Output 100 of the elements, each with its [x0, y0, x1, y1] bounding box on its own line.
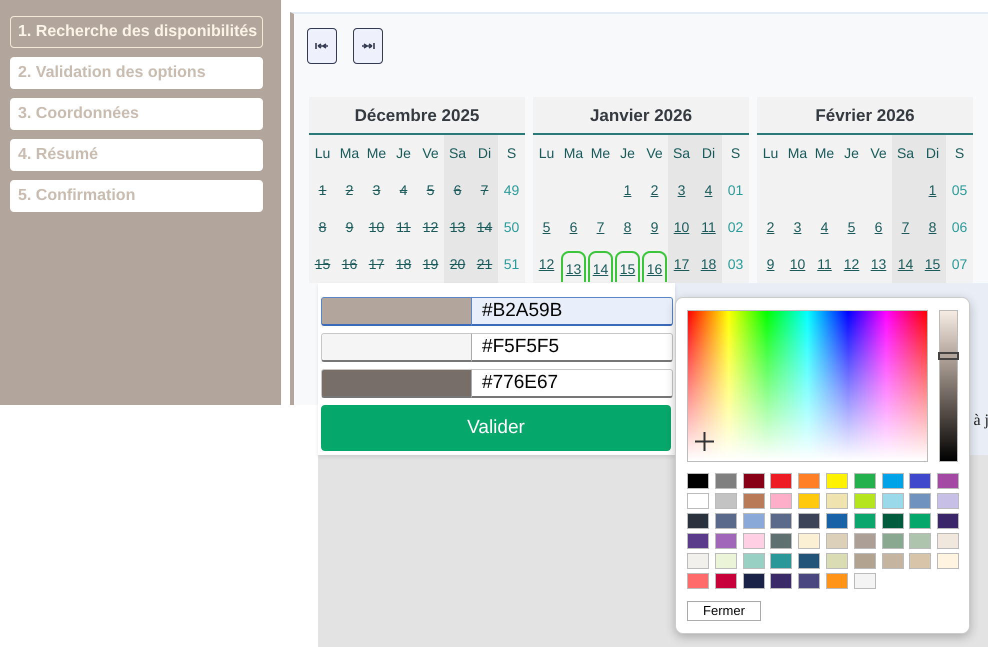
calendar-day[interactable]: 1 — [318, 180, 326, 201]
palette-swatch[interactable] — [714, 573, 737, 589]
calendar-day[interactable]: 21 — [476, 254, 492, 275]
hex-input[interactable]: #F5F5F5 — [471, 333, 673, 362]
lightness-slider[interactable] — [939, 310, 958, 462]
slider-thumb[interactable] — [938, 352, 960, 360]
close-button[interactable]: Fermer — [687, 601, 761, 621]
palette-swatch[interactable] — [714, 493, 737, 509]
calendar-day[interactable]: 1 — [928, 180, 936, 201]
palette-swatch[interactable] — [798, 513, 820, 529]
palette-swatch[interactable] — [770, 573, 792, 589]
calendar-day[interactable]: 20 — [450, 254, 466, 275]
palette-swatch[interactable] — [770, 553, 792, 569]
palette-swatch[interactable] — [714, 513, 737, 529]
palette-swatch[interactable] — [687, 573, 709, 589]
palette-swatch[interactable] — [854, 553, 876, 569]
palette-swatch[interactable] — [770, 493, 792, 509]
calendar-day[interactable]: 15 — [924, 254, 940, 275]
calendar-day[interactable]: 2 — [766, 217, 774, 238]
palette-swatch[interactable] — [937, 493, 960, 509]
palette-swatch[interactable] — [854, 493, 876, 509]
calendar-day[interactable]: 13 — [450, 217, 466, 238]
calendar-day[interactable]: 16 — [342, 254, 358, 275]
palette-swatch[interactable] — [909, 553, 932, 569]
palette-swatch[interactable] — [687, 493, 709, 509]
hex-input[interactable]: #776E67 — [471, 369, 673, 398]
palette-swatch[interactable] — [826, 533, 848, 549]
palette-swatch[interactable] — [909, 533, 932, 549]
calendar-day[interactable]: 12 — [844, 254, 860, 275]
palette-swatch[interactable] — [826, 513, 848, 529]
palette-swatch[interactable] — [882, 553, 904, 569]
calendar-day[interactable]: 5 — [542, 217, 550, 238]
palette-swatch[interactable] — [742, 473, 765, 489]
calendar-day[interactable]: 19 — [422, 254, 438, 275]
palette-swatch[interactable] — [798, 533, 820, 549]
palette-swatch[interactable] — [687, 473, 709, 489]
palette-swatch[interactable] — [882, 473, 904, 489]
calendar-day[interactable]: 8 — [928, 217, 936, 238]
calendar-day[interactable]: 9 — [766, 254, 774, 275]
palette-swatch[interactable] — [798, 473, 820, 489]
palette-swatch[interactable] — [798, 493, 820, 509]
color-spectrum[interactable] — [687, 310, 928, 462]
palette-swatch[interactable] — [854, 533, 876, 549]
palette-swatch[interactable] — [826, 473, 848, 489]
palette-swatch[interactable] — [854, 573, 876, 589]
calendar-day[interactable]: 4 — [400, 180, 408, 201]
palette-swatch[interactable] — [937, 533, 960, 549]
calendar-day[interactable]: 14 — [476, 217, 492, 238]
calendar-day[interactable]: 4 — [704, 180, 712, 201]
calendar-day[interactable]: 14 — [898, 254, 914, 275]
calendar-day[interactable]: 10 — [674, 217, 690, 238]
palette-swatch[interactable] — [909, 513, 932, 529]
palette-swatch[interactable] — [937, 553, 960, 569]
calendar-day[interactable]: 7 — [902, 217, 910, 238]
palette-swatch[interactable] — [742, 513, 765, 529]
palette-swatch[interactable] — [770, 513, 792, 529]
calendar-day[interactable]: 10 — [368, 217, 384, 238]
calendar-day[interactable]: 18 — [700, 254, 716, 275]
palette-swatch[interactable] — [742, 493, 765, 509]
calendar-day[interactable]: 12 — [422, 217, 438, 238]
palette-swatch[interactable] — [909, 473, 932, 489]
palette-swatch[interactable] — [826, 553, 848, 569]
palette-swatch[interactable] — [687, 533, 709, 549]
palette-swatch[interactable] — [854, 513, 876, 529]
calendar-day[interactable]: 11 — [701, 217, 716, 238]
calendar-day[interactable]: 11 — [817, 254, 832, 275]
palette-swatch[interactable] — [882, 493, 904, 509]
calendar-day[interactable]: 13 — [870, 254, 886, 275]
calendar-day[interactable]: 6 — [874, 217, 882, 238]
calendar-day[interactable]: 2 — [346, 180, 354, 201]
palette-swatch[interactable] — [826, 573, 848, 589]
palette-swatch[interactable] — [798, 573, 820, 589]
calendar-day[interactable]: 17 — [674, 254, 690, 275]
calendar-day[interactable]: 7 — [480, 180, 488, 201]
next-button[interactable] — [353, 28, 383, 64]
calendar-day[interactable]: 6 — [570, 217, 578, 238]
calendar-day[interactable]: 8 — [624, 217, 632, 238]
calendar-day[interactable]: 11 — [396, 217, 411, 238]
calendar-day[interactable]: 7 — [596, 217, 604, 238]
palette-swatch[interactable] — [937, 513, 960, 529]
palette-swatch[interactable] — [909, 493, 932, 509]
palette-swatch[interactable] — [882, 513, 904, 529]
palette-swatch[interactable] — [714, 473, 737, 489]
palette-swatch[interactable] — [742, 533, 765, 549]
calendar-day[interactable]: 15 — [314, 254, 330, 275]
palette-swatch[interactable] — [742, 573, 765, 589]
calendar-day[interactable]: 8 — [318, 217, 326, 238]
calendar-day[interactable]: 5 — [426, 180, 434, 201]
calendar-day[interactable]: 5 — [848, 217, 856, 238]
calendar-day[interactable]: 3 — [794, 217, 802, 238]
palette-swatch[interactable] — [770, 473, 792, 489]
palette-swatch[interactable] — [687, 513, 709, 529]
calendar-day[interactable]: 12 — [538, 254, 554, 275]
palette-swatch[interactable] — [742, 553, 765, 569]
palette-swatch[interactable] — [687, 553, 709, 569]
calendar-day[interactable]: 2 — [650, 180, 658, 201]
palette-swatch[interactable] — [854, 473, 876, 489]
palette-swatch[interactable] — [826, 493, 848, 509]
calendar-day[interactable]: 9 — [650, 217, 658, 238]
hex-input[interactable]: #B2A59B — [471, 297, 673, 326]
